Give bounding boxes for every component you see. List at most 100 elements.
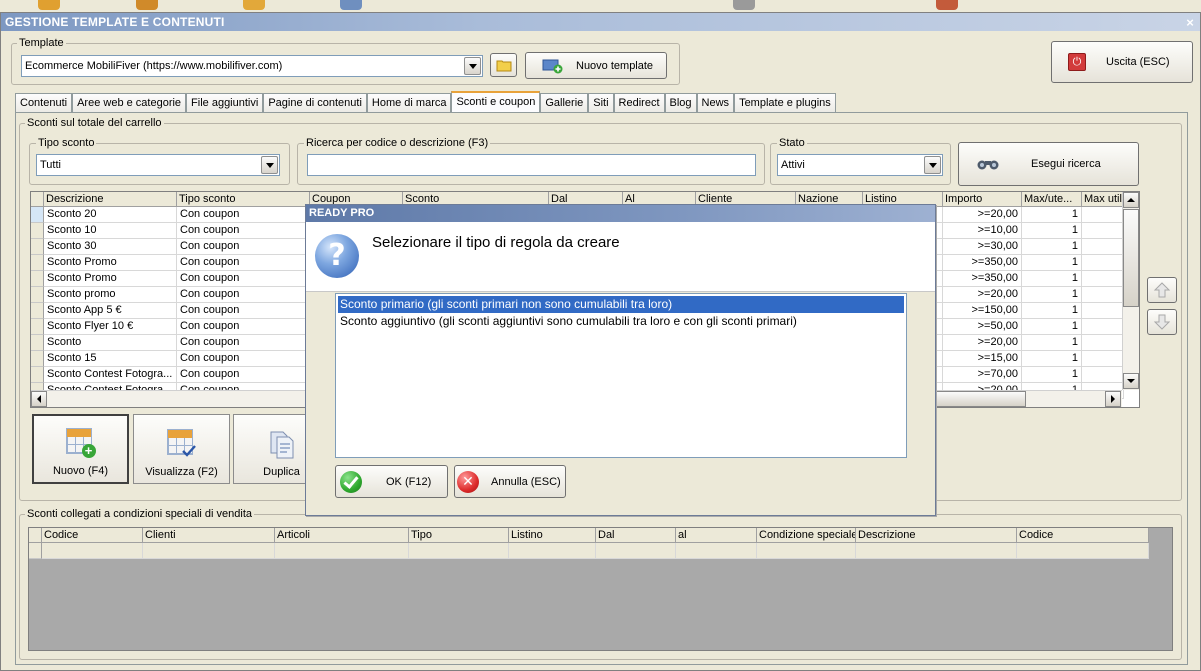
close-icon[interactable]: × [1186, 14, 1194, 32]
tab-home-marca[interactable]: Home di marca [366, 93, 452, 112]
toolbar-icon[interactable] [340, 0, 362, 10]
scroll-right-icon[interactable] [1105, 391, 1121, 407]
col-articoli[interactable]: Articoli [275, 528, 409, 543]
cell-tipo-sconto: Con coupon [177, 239, 310, 255]
col-tipo-sconto[interactable]: Tipo sconto [177, 192, 310, 207]
cell-max-utente: 1 [1022, 223, 1082, 239]
toolbar-icon[interactable] [733, 0, 755, 10]
search-button[interactable]: Esegui ricerca [958, 142, 1139, 186]
cell-importo: >=350,00 [943, 271, 1022, 287]
col-codice[interactable]: Codice [42, 528, 143, 543]
exit-button[interactable]: ⏻ Uscita (ESC) [1051, 41, 1193, 83]
row-selector[interactable] [31, 207, 44, 223]
table-cell [1082, 335, 1124, 351]
col-descrizione[interactable]: Descrizione [856, 528, 1017, 543]
toolbar-icon[interactable] [936, 0, 958, 10]
new-template-label: Nuovo template [576, 59, 654, 72]
cell-importo: >=15,00 [943, 351, 1022, 367]
rule-type-list[interactable]: Sconto primario (gli sconti primari non … [335, 293, 907, 458]
col-descrizione[interactable]: Descrizione [44, 192, 177, 207]
cell-max-utente: 1 [1022, 335, 1082, 351]
tab-gallerie[interactable]: Gallerie [540, 93, 589, 112]
cell-max-utente: 1 [1022, 319, 1082, 335]
col-importo[interactable]: Importo [943, 192, 1022, 207]
tab-redirect[interactable]: Redirect [613, 93, 665, 112]
col-condizione-speciale[interactable]: Condizione speciale [757, 528, 856, 543]
ok-button[interactable]: OK (F12) [335, 465, 448, 498]
special-conditions-label: Sconti collegati a condizioni speciali d… [25, 508, 255, 520]
tab-blog[interactable]: Blog [664, 93, 697, 112]
row-selector[interactable] [31, 351, 44, 367]
col-clienti[interactable]: Clienti [143, 528, 275, 543]
list-item[interactable]: Sconto aggiuntivo (gli sconti aggiuntivi… [338, 313, 904, 330]
close-icon: ✕ [457, 470, 479, 493]
table-cell [1082, 319, 1124, 335]
scroll-left-icon[interactable] [31, 391, 47, 407]
search-input[interactable] [307, 154, 756, 176]
row-selector[interactable] [31, 223, 44, 239]
window-title-bar: GESTIONE TEMPLATE E CONTENUTI × [1, 13, 1200, 31]
cell-importo: >=150,00 [943, 303, 1022, 319]
row-selector[interactable] [31, 255, 44, 271]
col-dal[interactable]: Dal [596, 528, 676, 543]
chevron-down-icon[interactable] [464, 57, 481, 75]
toolbar-icon[interactable] [136, 0, 158, 10]
col-listino[interactable]: Listino [509, 528, 596, 543]
template-select[interactable]: Ecommerce MobiliFiver (https://www.mobil… [21, 55, 483, 77]
toolbar-icon[interactable] [243, 0, 265, 10]
row-selector[interactable] [31, 239, 44, 255]
row-selector[interactable] [31, 287, 44, 303]
tab-siti[interactable]: Siti [588, 93, 614, 112]
cell-descrizione: Sconto 15 [44, 351, 177, 367]
new-discount-button[interactable]: + Nuovo (F4) [32, 414, 129, 484]
tab-template-plugins[interactable]: Template e plugins [734, 93, 836, 112]
discounts-vscrollbar[interactable] [1122, 192, 1139, 390]
row-selector[interactable] [31, 303, 44, 319]
status-select[interactable]: Attivi [777, 154, 943, 176]
row-selector[interactable] [31, 319, 44, 335]
view-discount-button[interactable]: Visualizza (F2) [133, 414, 230, 484]
chevron-down-icon[interactable] [924, 156, 941, 174]
row-selector[interactable] [31, 367, 44, 383]
tab-news[interactable]: News [696, 93, 735, 112]
col-max-util[interactable]: Max util [1082, 192, 1124, 207]
filter-type-select[interactable]: Tutti [36, 154, 280, 176]
search-label: Ricerca per codice o descrizione (F3) [304, 137, 491, 149]
col-max-utente[interactable]: Max/ute... [1022, 192, 1082, 207]
list-item[interactable]: Sconto primario (gli sconti primari non … [338, 296, 904, 313]
table-cell [1082, 223, 1124, 239]
row-selector[interactable] [31, 335, 44, 351]
tab-aree-web[interactable]: Aree web e categorie [72, 93, 187, 112]
move-up-button[interactable] [1147, 277, 1177, 303]
special-conditions-header: Codice Clienti Articoli Tipo Listino Dal… [29, 528, 1149, 543]
cancel-button[interactable]: ✕ Annulla (ESC) [454, 465, 566, 498]
new-template-button[interactable]: Nuovo template [525, 52, 667, 79]
chevron-down-icon[interactable] [261, 156, 278, 174]
table-row[interactable] [29, 543, 1149, 559]
hscroll-thumb[interactable] [936, 391, 1026, 407]
scroll-thumb[interactable] [1123, 209, 1139, 307]
col-al[interactable]: al [676, 528, 757, 543]
table-cell [1082, 239, 1124, 255]
cell-max-utente: 1 [1022, 287, 1082, 303]
cell-tipo-sconto: Con coupon [177, 351, 310, 367]
tab-sconti-coupon[interactable]: Sconti e coupon [451, 91, 541, 112]
cell-max-utente: 1 [1022, 255, 1082, 271]
row-selector[interactable] [31, 271, 44, 287]
tab-pagine-contenuti[interactable]: Pagine di contenuti [263, 93, 367, 112]
open-folder-button[interactable] [490, 53, 517, 77]
tab-file-aggiuntivi[interactable]: File aggiuntivi [186, 93, 264, 112]
cell-descrizione: Sconto 30 [44, 239, 177, 255]
scroll-down-icon[interactable] [1123, 373, 1139, 389]
col-codice-2[interactable]: Codice [1017, 528, 1149, 543]
move-down-button[interactable] [1147, 309, 1177, 335]
cell-tipo-sconto: Con coupon [177, 255, 310, 271]
cell-importo: >=70,00 [943, 367, 1022, 383]
tab-contenuti[interactable]: Contenuti [15, 93, 73, 112]
filter-type-value: Tutti [40, 159, 61, 171]
scroll-up-icon[interactable] [1123, 192, 1139, 208]
search-button-label: Esegui ricerca [1031, 158, 1101, 170]
col-tipo[interactable]: Tipo [409, 528, 509, 543]
cell-descrizione: Sconto 20 [44, 207, 177, 223]
toolbar-icon[interactable] [38, 0, 60, 10]
